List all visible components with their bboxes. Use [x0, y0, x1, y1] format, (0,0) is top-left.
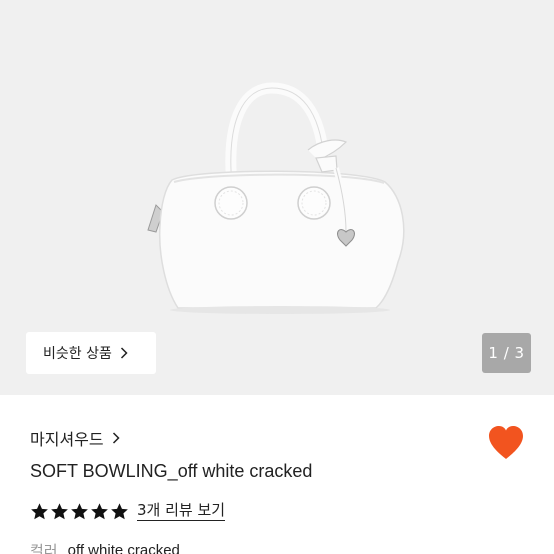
shop-link[interactable]: 마지셔우드	[30, 427, 120, 449]
star-icon	[91, 502, 108, 519]
chevron-right-icon	[112, 432, 120, 444]
product-image-gallery[interactable]: 비슷한 상품 1 / 3	[0, 0, 554, 395]
chevron-right-icon	[120, 347, 128, 359]
image-page-indicator: 1 / 3	[482, 333, 531, 373]
option-row: 컬러 off white cracked	[30, 540, 180, 554]
rating-row: 3개 리뷰 보기	[30, 500, 226, 522]
shop-name: 마지셔우드	[30, 430, 104, 449]
star-icon	[51, 502, 68, 519]
similar-products-label: 비슷한 상품	[43, 346, 112, 362]
option-label: 컬러	[30, 541, 58, 554]
favorite-button[interactable]	[486, 424, 526, 462]
heart-icon	[489, 426, 523, 459]
star-icon	[111, 502, 128, 519]
star-rating	[30, 502, 129, 521]
option-value: off white cracked	[67, 541, 180, 554]
reviews-link[interactable]: 3개 리뷰 보기	[137, 501, 226, 521]
product-title: SOFT BOWLING_off white cracked	[30, 461, 313, 481]
star-icon	[31, 502, 48, 519]
star-icon	[71, 502, 88, 519]
similar-products-button[interactable]: 비슷한 상품	[26, 332, 156, 374]
